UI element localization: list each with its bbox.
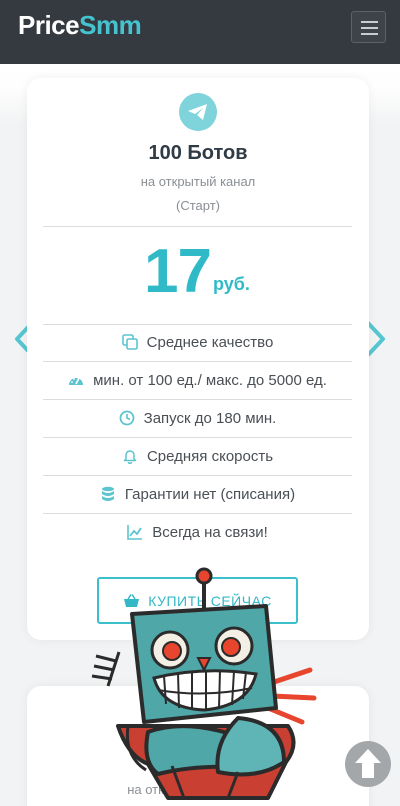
feature-start: Запуск до 180 мин. [43, 399, 352, 437]
menu-bar-icon [361, 27, 378, 29]
feature-text: Всегда на связи! [152, 523, 268, 541]
feature-text: Запуск до 180 мин. [143, 409, 277, 427]
feature-text: Средняя скорость [146, 447, 274, 465]
feature-text: Среднее качество [146, 333, 274, 351]
feature-volume: мин. от 100 ед./ макс. до 5000 ед. [43, 361, 352, 399]
feature-text: Гарантии нет (списания) [124, 485, 296, 503]
feature-guarantee: Гарантии нет (списания) [43, 475, 352, 513]
card-tier: (Старт) [176, 198, 220, 213]
scroll-to-top-button[interactable] [345, 741, 391, 787]
logo-text-smm: Smm [79, 10, 142, 40]
copy-icon [121, 334, 138, 350]
feature-quality: Среднее качество [43, 323, 352, 361]
robot-mascot-image [91, 567, 317, 800]
chart-line-icon [127, 524, 143, 540]
divider [43, 226, 352, 227]
database-icon [100, 486, 116, 502]
menu-bar-icon [361, 21, 378, 23]
speedometer-icon [68, 372, 84, 388]
price-currency: руб. [213, 274, 250, 294]
feature-text: мин. от 100 ед./ макс. до 5000 ед. [93, 371, 327, 389]
card-subtitle: на открытый канал [140, 174, 256, 189]
hamburger-menu-button[interactable] [351, 11, 386, 43]
feature-support: Всегда на связи! [43, 513, 352, 551]
bell-icon [122, 448, 138, 465]
card-title: 100 Ботов [148, 142, 248, 164]
clock-icon [119, 410, 135, 426]
price-value: 17 [144, 237, 212, 306]
logo-text-price: Price [18, 10, 80, 40]
navbar: PriceSmm [0, 0, 400, 64]
menu-bar-icon [361, 33, 378, 35]
logo[interactable]: PriceSmm [18, 10, 142, 41]
telegram-icon [179, 93, 217, 131]
feature-speed: Средняя скорость [43, 437, 352, 475]
tariff-card: 100 Ботов на открытый канал (Старт) 17 р… [27, 78, 369, 640]
arrow-up-icon [355, 749, 381, 778]
